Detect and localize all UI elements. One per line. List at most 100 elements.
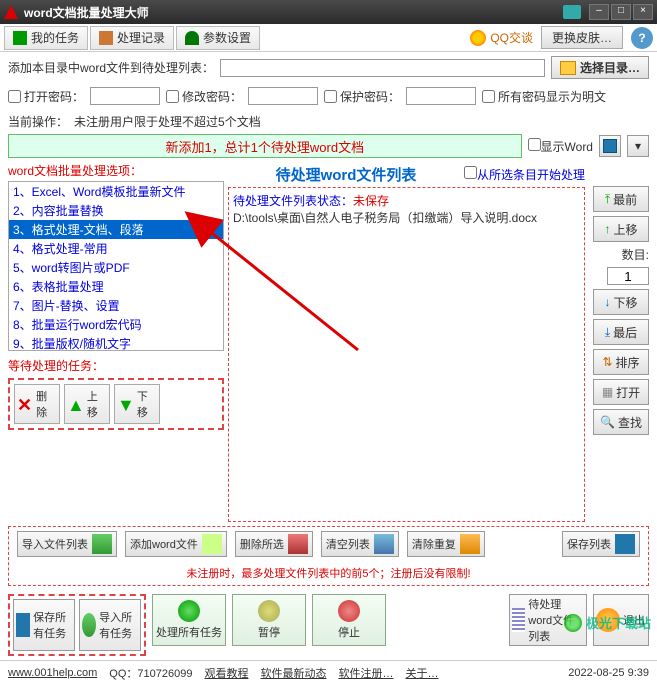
add-dir-label: 添加本目录中word文件到待处理列表： (8, 59, 214, 76)
option-item[interactable]: 5、word转图片或PDF (9, 258, 223, 277)
news-link[interactable]: 软件最新动态 (260, 665, 326, 681)
sort-icon: ⇅ (602, 355, 612, 369)
play-icon (13, 31, 27, 45)
option-item[interactable]: 9、批量版权/随机文字 (9, 334, 223, 351)
limit-warning: 未注册时，最多处理文件列表中的前5个；注册后没有限制! (17, 565, 640, 581)
plain-pwd-check[interactable]: 所有密码显示为明文 (482, 88, 606, 105)
pending-up-button[interactable]: ▲上移 (64, 384, 110, 424)
disk-icon (16, 613, 30, 637)
option-item[interactable]: 1、Excel、Word模板批量新文件 (9, 182, 223, 201)
dedup-button[interactable]: 清除重复 (407, 531, 485, 557)
curop-label: 当前操作： (8, 113, 68, 130)
import-icon (92, 534, 112, 554)
qq-icon (470, 30, 486, 46)
maximize-button[interactable]: □ (611, 4, 631, 20)
file-item[interactable]: D:\tools\桌面\自然人电子税务局（扣缴端）导入说明.docx (233, 209, 580, 226)
clear-list-button[interactable]: 清空列表 (321, 531, 399, 557)
option-item[interactable]: 2、内容批量替换 (9, 201, 223, 220)
option-item[interactable]: 8、批量运行word宏代码 (9, 315, 223, 334)
redo-icon (460, 534, 480, 554)
save-icon-button[interactable] (599, 135, 621, 157)
play-icon (178, 600, 200, 622)
timestamp: 2022-08-25 9:39 (568, 667, 649, 679)
dropdown-button[interactable]: ▾ (627, 135, 649, 157)
delete-icon (288, 534, 308, 554)
tree-icon (185, 31, 199, 45)
briefcase-icon (99, 31, 113, 45)
tab-history[interactable]: 处理记录 (90, 26, 174, 50)
filelist-title: 待处理word文件列表 (228, 162, 464, 187)
watermark: 极光下载站 (564, 613, 651, 632)
option-item[interactable]: 6、表格批量处理 (9, 277, 223, 296)
close-button[interactable]: × (633, 4, 653, 20)
from-sel-check[interactable]: 从所选条目开始处理 (464, 166, 585, 183)
run-all-button[interactable]: 处理所有任务 (152, 594, 226, 646)
arrow-down-icon: ▼ (117, 395, 135, 413)
import-list-button[interactable]: 导入文件列表 (17, 531, 117, 557)
register-link[interactable]: 软件注册… (338, 665, 393, 681)
add-word-button[interactable]: 添加word文件 (125, 531, 227, 557)
grid-icon: ▦ (602, 385, 613, 399)
tab-params[interactable]: 参数设置 (176, 26, 260, 50)
about-link[interactable]: 关于… (405, 665, 438, 681)
open-pwd-input[interactable] (90, 87, 160, 105)
qq-chat-link[interactable]: QQ交谈 (470, 29, 533, 46)
move-up-button[interactable]: ↑上移 (593, 216, 649, 242)
count-label: 数目: (622, 246, 649, 263)
watermark-icon (564, 614, 582, 632)
top-icon: ⤒ (605, 192, 610, 207)
qq-label: QQ：710726099 (109, 665, 192, 681)
options-list: 1、Excel、Word模板批量新文件2、内容批量替换3、格式处理-文档、段落4… (8, 181, 224, 351)
mod-pwd-input[interactable] (248, 87, 318, 105)
move-top-button[interactable]: ⤒最前 (593, 186, 649, 212)
dir-input[interactable] (220, 59, 545, 77)
clear-icon (374, 534, 394, 554)
move-bottom-button[interactable]: ⤓最后 (593, 319, 649, 345)
choose-dir-button[interactable]: 选择目录… (551, 56, 649, 79)
arrow-up-icon: ↑ (604, 222, 610, 236)
status-message: 新添加1，总计1个待处理word文档 (8, 134, 522, 158)
prot-pwd-check[interactable]: 保护密码： (324, 88, 400, 105)
pause-icon (258, 600, 280, 622)
file-list-panel: 待处理文件列表状态：未保存 D:\tools\桌面\自然人电子税务局（扣缴端）导… (228, 187, 585, 522)
option-item[interactable]: 3、格式处理-文档、段落 (9, 220, 223, 239)
import-all-tasks-button[interactable]: 导入所有任务 (79, 599, 141, 651)
open-button[interactable]: ▦打开 (593, 379, 649, 405)
open-pwd-check[interactable]: 打开密码： (8, 88, 84, 105)
tutorial-link[interactable]: 观看教程 (204, 665, 248, 681)
site-link[interactable]: www.001help.com (8, 667, 97, 679)
x-icon: ✕ (17, 395, 34, 413)
pending-title: 等待处理的任务： (8, 357, 224, 374)
search-icon: 🔍 (600, 415, 615, 429)
tab-my-tasks[interactable]: 我的任务 (4, 26, 88, 50)
move-down-button[interactable]: ↓下移 (593, 289, 649, 315)
count-input[interactable] (607, 267, 649, 285)
list-icon (512, 608, 525, 632)
search-button[interactable]: 🔍查找 (593, 409, 649, 435)
folder-icon (560, 61, 576, 75)
option-item[interactable]: 4、格式处理-常用 (9, 239, 223, 258)
stop-button[interactable]: 停止 (312, 594, 386, 646)
save-list-button[interactable]: 保存列表 (562, 531, 640, 557)
window-title: word文档批量处理大师 (24, 4, 563, 21)
disk-icon (603, 139, 617, 153)
arrow-down-icon: ↓ (604, 295, 610, 309)
show-word-check[interactable]: 显示Word (528, 138, 593, 155)
minimize-button[interactable]: – (589, 4, 609, 20)
pending-down-button[interactable]: ▼下移 (114, 384, 160, 424)
options-title: word文档批量处理选项： (8, 162, 224, 179)
change-skin-button[interactable]: 更换皮肤… (541, 26, 623, 49)
option-item[interactable]: 7、图片-替换、设置 (9, 296, 223, 315)
sort-button[interactable]: ⇅排序 (593, 349, 649, 375)
help-button[interactable]: ? (631, 27, 653, 49)
prot-pwd-input[interactable] (406, 87, 476, 105)
save-all-tasks-button[interactable]: 保存所有任务 (13, 599, 75, 651)
disk-icon (615, 534, 635, 554)
delete-sel-button[interactable]: 删除所选 (235, 531, 313, 557)
pending-delete-button[interactable]: ✕删除 (14, 384, 60, 424)
app-logo-icon (4, 5, 18, 19)
add-icon (202, 534, 222, 554)
mod-pwd-check[interactable]: 修改密码： (166, 88, 242, 105)
pause-button[interactable]: 暂停 (232, 594, 306, 646)
stop-icon (338, 600, 360, 622)
